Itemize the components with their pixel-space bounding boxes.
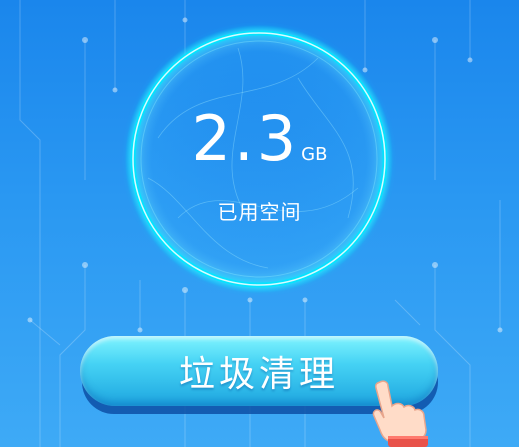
hand-pointer-icon — [366, 378, 438, 447]
storage-used-readout: 2.3 GB — [0, 108, 519, 170]
storage-used-unit: GB — [301, 144, 328, 165]
storage-used-label: 已用空间 — [217, 202, 302, 224]
storage-used-value: 2.3 — [191, 102, 300, 175]
